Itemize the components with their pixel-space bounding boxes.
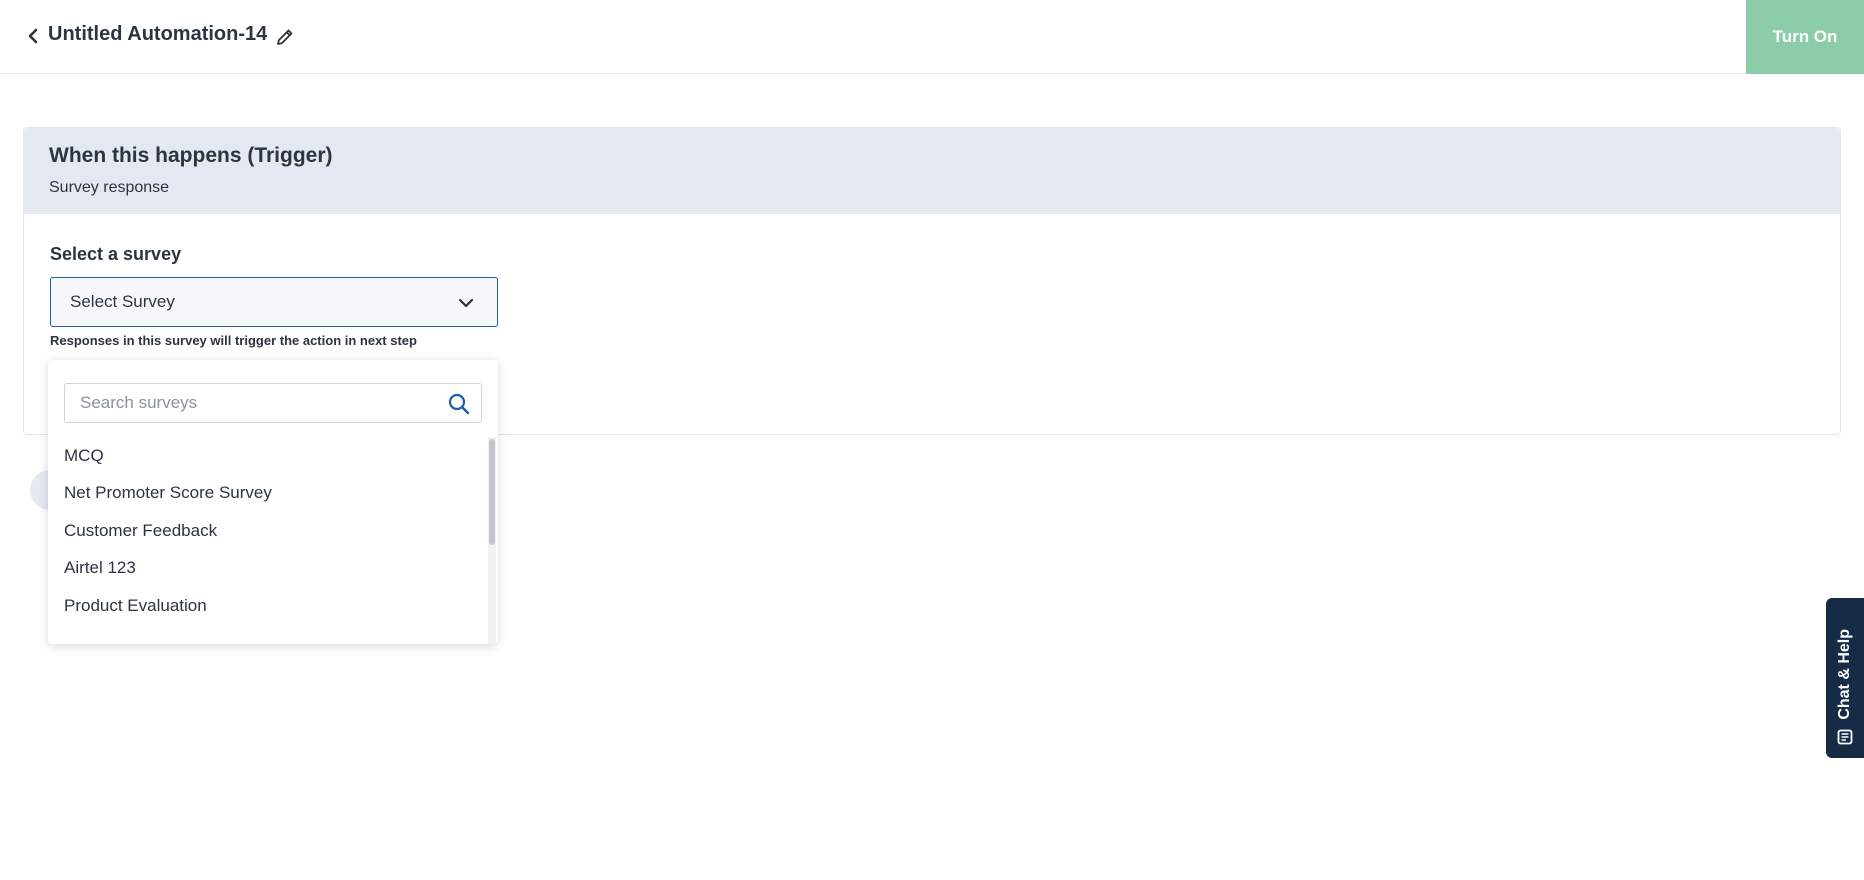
scrollbar-thumb[interactable] (489, 439, 495, 545)
survey-select[interactable]: Select Survey (50, 277, 498, 327)
chevron-down-icon (457, 294, 475, 312)
turn-on-button[interactable]: Turn On (1746, 0, 1864, 74)
select-survey-label: Select a survey (50, 244, 182, 264)
survey-list-scrollbar[interactable] (488, 437, 496, 644)
survey-option[interactable]: Product Evaluation (64, 587, 207, 624)
trigger-title: When this happens (Trigger) (49, 144, 333, 167)
survey-option[interactable]: Airtel 123 (64, 549, 136, 586)
survey-list: MCQ Net Promoter Score Survey Customer F… (48, 437, 488, 644)
survey-dropdown: MCQ Net Promoter Score Survey Customer F… (48, 360, 498, 644)
survey-helper-text: Responses in this survey will trigger th… (50, 333, 417, 348)
chevron-left-icon (28, 28, 38, 44)
survey-option[interactable]: Net Promoter Score Survey (64, 474, 272, 511)
automation-title: Untitled Automation-14 (48, 23, 268, 45)
chat-help-tab[interactable]: Chat & Help (1826, 598, 1864, 758)
top-header: Untitled Automation-14 Turn On (0, 0, 1864, 74)
survey-search-box (64, 383, 482, 423)
chat-help-label: Chat & Help (1836, 629, 1853, 720)
edit-title-button[interactable] (274, 26, 296, 48)
search-icon[interactable] (447, 392, 471, 416)
survey-option[interactable]: Customer Feedback (64, 512, 217, 549)
chat-icon (1836, 728, 1854, 746)
pencil-icon (277, 29, 293, 45)
survey-option[interactable]: MCQ (64, 437, 104, 474)
trigger-card-header: When this happens (Trigger) Survey respo… (24, 128, 1840, 214)
trigger-subtitle: Survey response (49, 179, 170, 196)
survey-select-value: Select Survey (70, 292, 175, 311)
survey-search-input[interactable] (65, 384, 445, 422)
back-button[interactable] (22, 24, 44, 48)
